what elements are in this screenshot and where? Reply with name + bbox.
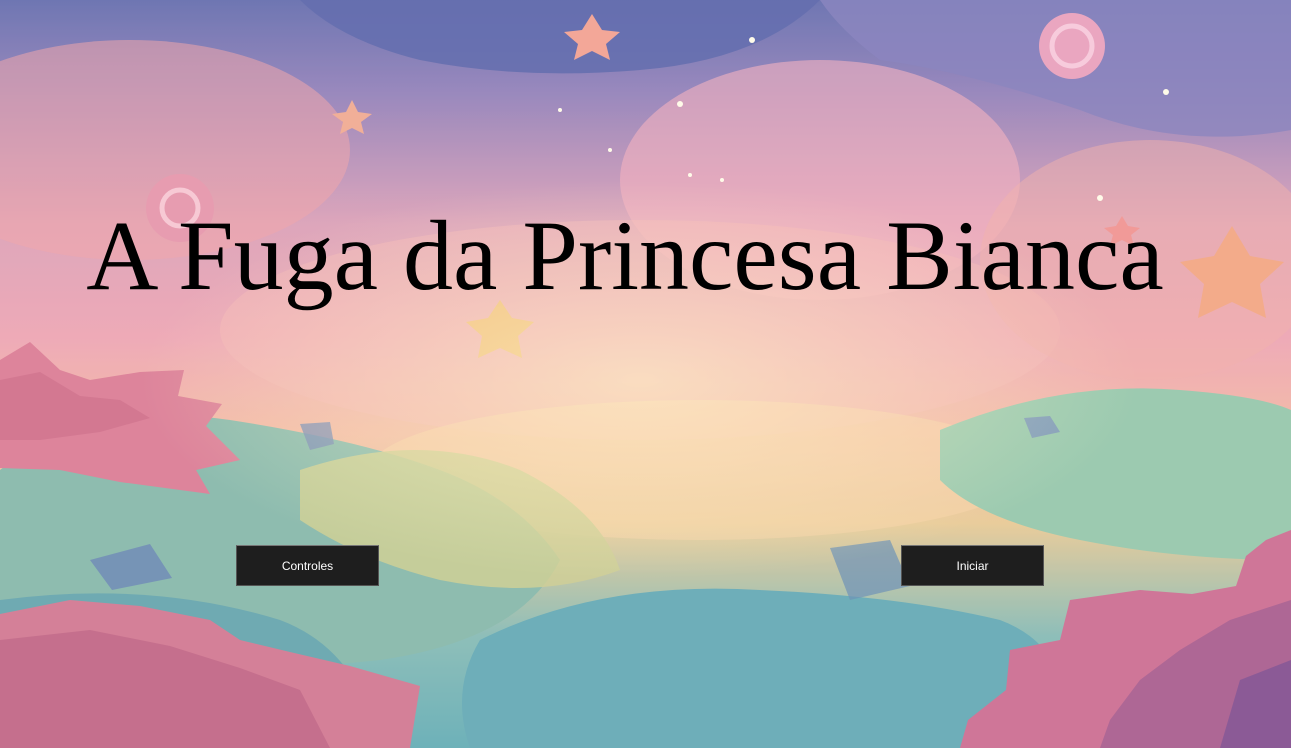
title-screen: A Fuga da Princesa Bianca Controles Inic… xyxy=(0,0,1291,748)
controls-button[interactable]: Controles xyxy=(236,545,379,586)
game-title: A Fuga da Princesa Bianca xyxy=(86,200,1164,311)
fantasy-background xyxy=(0,0,1291,748)
start-button[interactable]: Iniciar xyxy=(901,545,1044,586)
